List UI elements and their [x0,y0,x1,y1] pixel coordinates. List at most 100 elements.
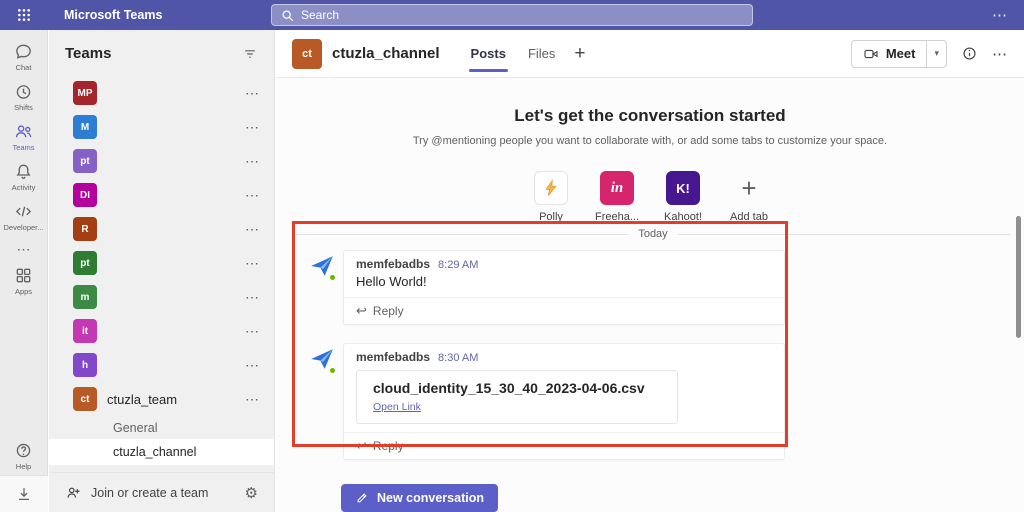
team-more-icon[interactable]: ⋯ [245,289,260,306]
sidebar-item-ctuzla-channel[interactable]: ctuzla_channel [49,439,274,465]
message-feed: memfebadbs 8:29 AM Hello World! ↩ Reply [309,250,785,460]
rail-item-shifts[interactable]: Shifts [0,76,48,116]
team-more-icon[interactable]: ⋯ [245,153,260,170]
app-title: Microsoft Teams [64,8,162,22]
team-row[interactable]: it ⋯ [49,314,274,348]
app-tile-freehand[interactable]: in Freeha... [591,171,643,223]
file-name: cloud_identity_15_30_40_2023-04-06.csv [373,380,661,396]
compose-icon [355,491,369,505]
message-author: memfebadbs [356,257,430,271]
message-timestamp: 8:29 AM [438,259,478,271]
reply-button[interactable]: ↩ Reply [344,297,784,324]
rail-item-apps[interactable]: Apps [0,260,48,300]
polly-icon [534,171,568,205]
help-icon [14,441,33,460]
team-row[interactable]: MP ⋯ [49,76,274,110]
activity-bell-icon [14,162,33,181]
message-card[interactable]: memfebadbs 8:29 AM Hello World! ↩ Reply [343,250,785,325]
search-input[interactable]: Search [271,4,753,26]
search-placeholder: Search [301,8,339,22]
team-avatar: it [73,319,97,343]
app-launcher-icon[interactable] [0,8,48,22]
team-row[interactable]: pt ⋯ [49,144,274,178]
search-icon [281,9,294,22]
team-avatar: ct [73,387,97,411]
sidebar-item-general[interactable]: General [49,416,274,439]
scrollbar-thumb[interactable] [1016,216,1021,338]
team-row[interactable]: M ⋯ [49,110,274,144]
reply-icon: ↩ [356,303,367,319]
rail-item-help[interactable]: Help [0,435,48,475]
chat-icon [14,42,33,61]
team-more-icon[interactable]: ⋯ [245,119,260,136]
channel-title: ctuzla_channel [332,45,440,62]
channel-panel: ct ctuzla_channel Posts Files + Meet ▾ [276,30,1024,512]
rail-label: Help [16,462,31,471]
avatar [309,346,335,372]
file-attachment-card[interactable]: cloud_identity_15_30_40_2023-04-06.csv O… [356,370,678,424]
message: memfebadbs 8:29 AM Hello World! ↩ Reply [309,250,785,325]
message-text: Hello World! [344,271,784,297]
team-row[interactable]: h ⋯ [49,348,274,382]
channel-more-icon[interactable]: ⋯ [992,45,1008,63]
reply-button[interactable]: ↩ Reply [344,432,784,459]
rail-item-teams[interactable]: Teams [0,116,48,156]
empty-state-subtitle: Try @mentioning people you want to colla… [276,135,1024,147]
app-tile-add-tab[interactable]: + Add tab [723,171,775,223]
team-more-icon[interactable]: ⋯ [245,391,260,408]
message-card[interactable]: memfebadbs 8:30 AM cloud_identity_15_30_… [343,343,785,460]
rail-label: Teams [12,143,34,152]
download-icon [15,485,33,503]
gear-icon[interactable]: ⚙ [245,484,258,502]
team-row[interactable]: pt ⋯ [49,246,274,280]
new-conversation-label: New conversation [377,491,484,505]
info-icon[interactable] [961,45,978,62]
join-or-create-team-button[interactable]: Join or create a team ⚙ [49,472,274,512]
rail-item-download[interactable] [0,475,48,512]
tab-posts[interactable]: Posts [471,30,506,78]
teams-icon [14,122,33,141]
rail-item-chat[interactable]: Chat [0,36,48,76]
empty-state-title: Let's get the conversation started [276,106,1024,126]
topbar-more-icon[interactable]: ⋯ [992,6,1008,24]
reply-icon: ↩ [356,438,367,454]
team-more-icon[interactable]: ⋯ [245,187,260,204]
team-row[interactable]: DI ⋯ [49,178,274,212]
team-row[interactable]: m ⋯ [49,280,274,314]
join-team-icon [65,484,82,501]
freehand-icon: in [600,171,634,205]
rail-item-more[interactable]: ⋯ [0,236,48,260]
team-more-icon[interactable]: ⋯ [245,357,260,374]
add-tab-icon[interactable]: + [574,43,585,65]
team-avatar: h [73,353,97,377]
suggested-apps: Polly in Freeha... K! Kahoot! + Add tab [276,171,1024,223]
team-more-icon[interactable]: ⋯ [245,221,260,238]
team-more-icon[interactable]: ⋯ [245,255,260,272]
rail-item-developer[interactable]: Developer... [0,196,48,236]
app-tile-polly[interactable]: Polly [525,171,577,223]
rail-label: Developer... [3,223,43,232]
empty-state: Let's get the conversation started Try @… [276,106,1024,147]
message-header: memfebadbs 8:30 AM [344,344,784,364]
filter-icon[interactable] [242,46,258,62]
reply-label: Reply [373,439,404,453]
team-name: ctuzla_team [107,392,177,407]
join-team-label: Join or create a team [91,486,208,500]
meet-dropdown-chevron-icon[interactable]: ▾ [926,41,946,67]
tab-files[interactable]: Files [528,30,555,78]
team-row[interactable]: R ⋯ [49,212,274,246]
date-divider-label: Today [628,228,677,240]
team-more-icon[interactable]: ⋯ [245,85,260,102]
sidebar-header: Teams [49,30,274,76]
apps-grid-icon [14,266,33,285]
app-tile-kahoot[interactable]: K! Kahoot! [657,171,709,223]
rail-item-activity[interactable]: Activity [0,156,48,196]
new-conversation-button[interactable]: New conversation [341,484,498,512]
team-more-icon[interactable]: ⋯ [245,323,260,340]
date-divider: Today [296,234,1010,235]
team-row-ctuzla-team[interactable]: ct ctuzla_team ⋯ [49,382,274,416]
app-tile-label: Kahoot! [664,211,702,223]
meet-button[interactable]: Meet ▾ [851,40,947,68]
open-link[interactable]: Open Link [373,401,421,413]
team-avatar: pt [73,251,97,275]
